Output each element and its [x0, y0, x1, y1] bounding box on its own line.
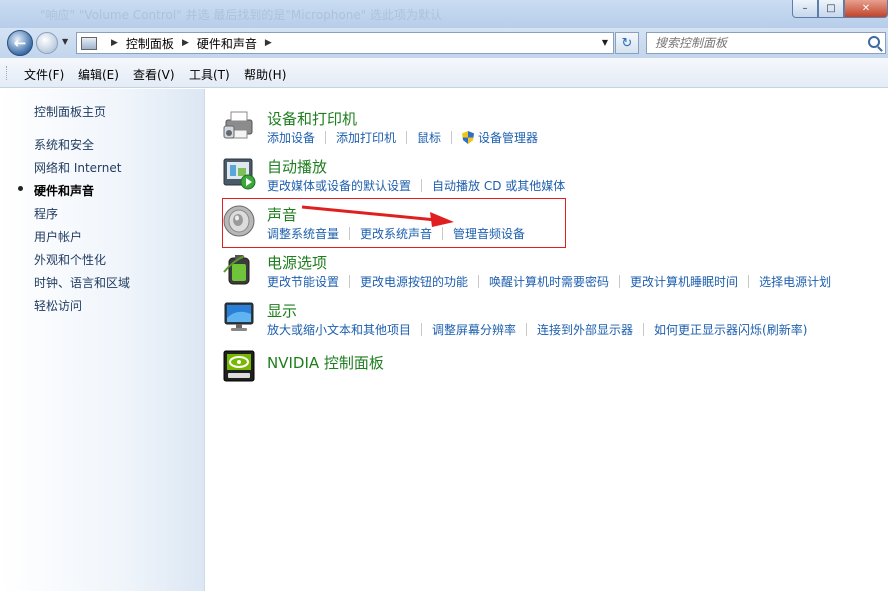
- link-change-sleep-time[interactable]: 更改计算机睡眠时间: [630, 273, 738, 290]
- link-text-size[interactable]: 放大或缩小文本和其他项目: [267, 321, 411, 338]
- link-external-display[interactable]: 连接到外部显示器: [537, 321, 633, 338]
- address-dropdown-icon[interactable]: ▼: [602, 38, 608, 47]
- category-links: 添加设备 添加打印机 鼠标 设备管理器: [267, 129, 538, 146]
- breadcrumb-hardware-sound[interactable]: 硬件和声音: [197, 35, 257, 52]
- menu-view[interactable]: 查看(V): [133, 66, 175, 83]
- sidebar-item-user-accounts[interactable]: 用户帐户: [34, 228, 82, 245]
- category-links: 更改节能设置 更改电源按钮的功能 唤醒计算机时需要密码 更改计算机睡眠时间 选择…: [267, 273, 831, 290]
- autoplay-icon[interactable]: [222, 156, 256, 190]
- sidebar-item-appearance[interactable]: 外观和个性化: [34, 251, 106, 268]
- link-choose-power-plan[interactable]: 选择电源计划: [759, 273, 831, 290]
- link-add-device[interactable]: 添加设备: [267, 129, 315, 146]
- toolbar-grip: [6, 66, 9, 80]
- divider: [643, 323, 645, 336]
- menu-file[interactable]: 文件(F): [24, 66, 64, 83]
- divider: [478, 275, 480, 288]
- back-button[interactable]: ←: [7, 30, 33, 56]
- link-fix-flicker[interactable]: 如何更正显示器闪烁(刷新率): [654, 321, 807, 338]
- current-item-bullet: [18, 186, 23, 191]
- divider: [349, 275, 351, 288]
- menu-tools[interactable]: 工具(T): [189, 66, 230, 83]
- category-title-autoplay[interactable]: 自动播放: [267, 156, 327, 177]
- arrow-left-icon: ←: [13, 34, 27, 52]
- category-links: 放大或缩小文本和其他项目 调整屏幕分辨率 连接到外部显示器 如何更正显示器闪烁(…: [267, 321, 807, 338]
- divider: [406, 131, 408, 144]
- battery-icon[interactable]: [222, 252, 256, 286]
- chevron-right-icon[interactable]: ▶: [111, 38, 118, 48]
- forward-button[interactable]: [36, 32, 58, 54]
- search-box[interactable]: [646, 32, 886, 54]
- background-text: "响应" "Volume Control" 并选 最后找到的是"Micropho…: [40, 8, 443, 22]
- history-dropdown-icon[interactable]: ▼: [62, 37, 68, 46]
- uac-shield-icon: [462, 131, 475, 144]
- link-screen-resolution[interactable]: 调整屏幕分辨率: [432, 321, 516, 338]
- sidebar-item-hardware-sound[interactable]: 硬件和声音: [34, 182, 94, 199]
- link-mouse[interactable]: 鼠标: [417, 129, 441, 146]
- sidebar-item-clock-language[interactable]: 时钟、语言和区域: [34, 274, 130, 291]
- divider: [451, 131, 453, 144]
- link-require-password-wake[interactable]: 唤醒计算机时需要密码: [489, 273, 609, 290]
- category-title-power-options[interactable]: 电源选项: [267, 252, 327, 273]
- divider: [526, 323, 528, 336]
- chevron-right-icon[interactable]: ▶: [265, 38, 272, 48]
- printer-icon[interactable]: [222, 108, 256, 142]
- divider: [325, 131, 327, 144]
- divider: [421, 323, 423, 336]
- chevron-right-icon[interactable]: ▶: [182, 38, 189, 48]
- nvidia-icon[interactable]: [222, 349, 256, 383]
- refresh-button[interactable]: ↻: [615, 32, 639, 54]
- link-autoplay-cd[interactable]: 自动播放 CD 或其他媒体: [432, 177, 565, 194]
- link-change-media-defaults[interactable]: 更改媒体或设备的默认设置: [267, 177, 411, 194]
- left-navigation-pane: 控制面板主页 系统和安全 网络和 Internet 硬件和声音 程序 用户帐户 …: [0, 89, 205, 591]
- title-bar: "响应" "Volume Control" 并选 最后找到的是"Micropho…: [0, 0, 888, 28]
- divider: [421, 179, 423, 192]
- sidebar-item-system-security[interactable]: 系统和安全: [34, 136, 94, 153]
- link-power-button-function[interactable]: 更改电源按钮的功能: [360, 273, 468, 290]
- window-controls: – □ ✕: [792, 0, 888, 18]
- search-input[interactable]: [655, 36, 855, 50]
- address-bar[interactable]: ▶ 控制面板 ▶ 硬件和声音 ▶ ▼: [76, 32, 614, 54]
- link-change-power-saving[interactable]: 更改节能设置: [267, 273, 339, 290]
- close-button[interactable]: ✕: [844, 0, 888, 18]
- divider: [619, 275, 621, 288]
- sidebar-item-network[interactable]: 网络和 Internet: [34, 159, 121, 176]
- control-panel-icon: [81, 36, 97, 50]
- link-add-printer[interactable]: 添加打印机: [336, 129, 396, 146]
- monitor-icon[interactable]: [222, 300, 256, 334]
- minimize-button[interactable]: –: [792, 0, 818, 18]
- divider: [748, 275, 750, 288]
- menu-edit[interactable]: 编辑(E): [78, 66, 119, 83]
- link-device-manager[interactable]: 设备管理器: [478, 129, 538, 146]
- maximize-button[interactable]: □: [818, 0, 844, 18]
- category-links: 更改媒体或设备的默认设置 自动播放 CD 或其他媒体: [267, 177, 565, 194]
- menu-help[interactable]: 帮助(H): [244, 66, 286, 83]
- annotation-arrow-icon: [301, 205, 454, 227]
- refresh-icon: ↻: [621, 35, 633, 51]
- sidebar-item-programs[interactable]: 程序: [34, 205, 58, 222]
- category-title-display[interactable]: 显示: [267, 300, 297, 321]
- category-title-devices-printers[interactable]: 设备和打印机: [267, 108, 357, 129]
- sidebar-item-ease-of-access[interactable]: 轻松访问: [34, 297, 82, 314]
- navigation-bar: ← ▼ ▶ 控制面板 ▶ 硬件和声音 ▶ ▼ ↻: [0, 28, 888, 58]
- sidebar-item-home[interactable]: 控制面板主页: [34, 103, 106, 120]
- category-title-nvidia[interactable]: NVIDIA 控制面板: [267, 352, 384, 373]
- menu-bar: 文件(F) 编辑(E) 查看(V) 工具(T) 帮助(H): [0, 58, 888, 88]
- breadcrumb-control-panel[interactable]: 控制面板: [126, 35, 174, 52]
- search-icon[interactable]: [868, 36, 880, 48]
